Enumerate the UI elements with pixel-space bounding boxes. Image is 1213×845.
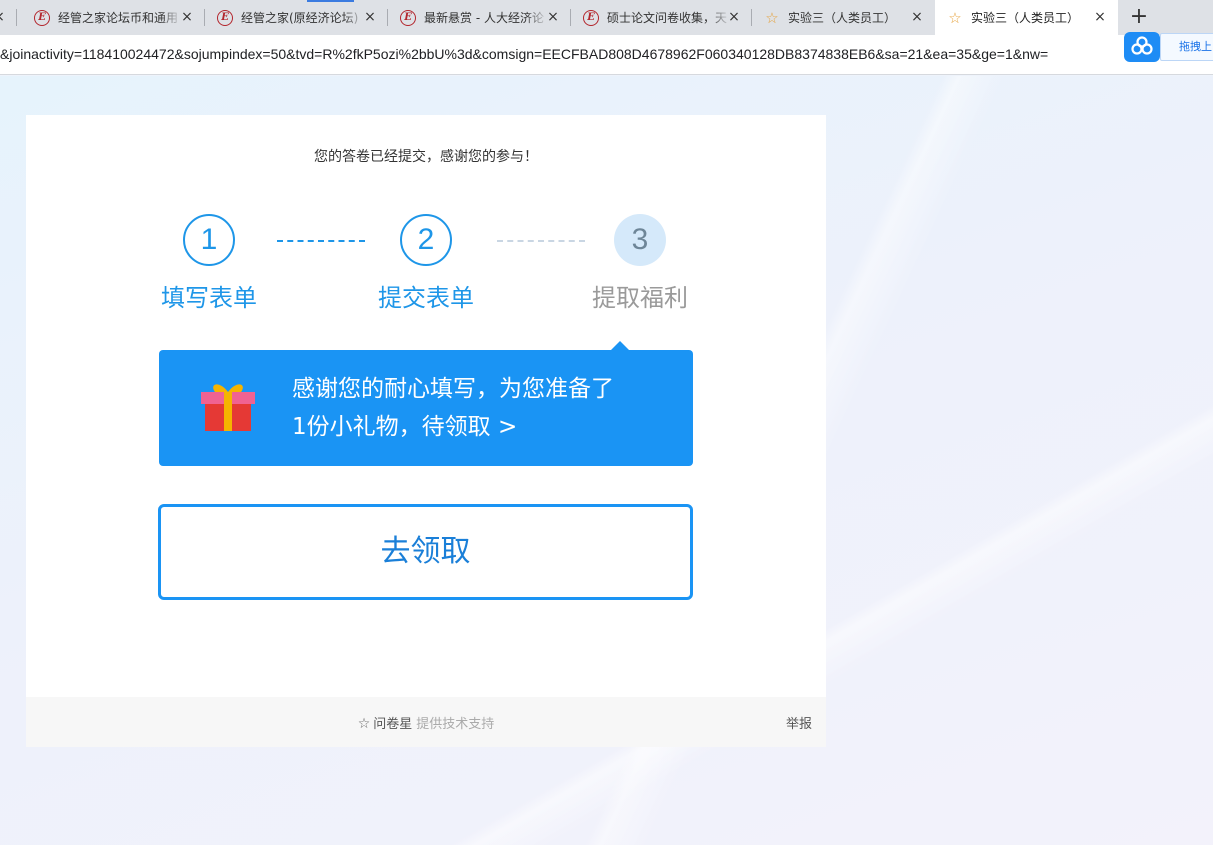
tab-partial[interactable]: ×: [0, 0, 17, 35]
step-label: 提交表单: [378, 284, 474, 312]
card-footer: ☆ 问卷星 提供技术支持 举报: [26, 697, 826, 747]
tab-title: 最新悬赏 - 人大经济论: [424, 11, 544, 25]
star-outline-icon: ☆: [357, 716, 371, 732]
step-fill-form: 1 填写表单: [139, 214, 279, 313]
gift-text[interactable]: 感谢您的耐心填写，为您准备了 1份小礼物，待领取 >: [292, 370, 672, 446]
star-icon: ☆: [765, 8, 779, 27]
step-submit-form: 2 提交表单: [356, 214, 496, 313]
tab-thesis-survey[interactable]: E 硕士论文问卷收集，天 ×: [571, 0, 752, 35]
tab-title: 硕士论文问卷收集，天: [607, 11, 728, 25]
step-label: 提取福利: [592, 284, 688, 312]
tab-close-icon[interactable]: ×: [726, 9, 742, 25]
powered-by: ☆ 问卷星 提供技术支持: [26, 713, 826, 732]
tab-close-icon[interactable]: ×: [0, 9, 7, 25]
step-number: 1: [183, 214, 235, 266]
step-number: 2: [400, 214, 452, 266]
tab-close-icon[interactable]: ×: [909, 9, 925, 25]
submitted-message: 您的答卷已经提交，感谢您的参与！: [314, 149, 538, 165]
brand-name[interactable]: 问卷星: [373, 717, 412, 732]
pinggu-e-icon: E: [400, 9, 416, 26]
pinggu-e-icon: E: [34, 9, 50, 26]
url-text[interactable]: &joinactivity=118410024472&sojumpindex=5…: [0, 46, 1128, 62]
tab-separator: [16, 9, 17, 26]
tab-close-icon[interactable]: ×: [362, 9, 378, 25]
tab-close-icon[interactable]: ×: [1092, 9, 1108, 25]
report-link[interactable]: 举报: [786, 713, 812, 732]
address-bar[interactable]: &joinactivity=118410024472&sojumpindex=5…: [0, 35, 1213, 75]
pinggu-e-icon: E: [583, 9, 599, 26]
step-connector: [277, 240, 365, 242]
new-tab-button[interactable]: +: [1126, 4, 1152, 30]
tab-experiment-three[interactable]: ☆ 实验三（人类员工） ×: [752, 0, 935, 35]
step-number: 3: [614, 214, 666, 266]
tab-title: 经管之家(原经济论坛): [241, 11, 359, 25]
tab-title: 经管之家论坛币和通用: [58, 11, 179, 25]
baidu-netdisk-icon[interactable]: [1124, 32, 1160, 62]
gift-icon: [201, 384, 255, 431]
tab-jingguan-forum-coins[interactable]: E 经管之家论坛币和通用 ×: [22, 0, 205, 35]
tab-close-icon[interactable]: ×: [179, 9, 195, 25]
tab-title: 实验三（人类员工）: [971, 11, 1080, 25]
gift-text-line: 感谢您的耐心填写，为您准备了: [292, 376, 614, 402]
step-label: 填写表单: [161, 284, 257, 312]
star-icon: ☆: [948, 8, 962, 27]
result-card: 您的答卷已经提交，感谢您的参与！ 1 填写表单 2 提交表单 3 提取福利 感谢…: [26, 115, 826, 747]
claim-button[interactable]: 去领取: [158, 504, 693, 600]
tab-experiment-three-active[interactable]: ☆ 实验三（人类员工） ×: [935, 0, 1118, 35]
tab-strip: × E 经管之家论坛币和通用 × E 经管之家(原经济论坛) × E 最新悬赏 …: [0, 0, 1213, 35]
gift-text-line: 1份小礼物，待领取 >: [292, 414, 518, 440]
tab-latest-bounty[interactable]: E 最新悬赏 - 人大经济论 ×: [388, 0, 571, 35]
gift-banner[interactable]: 感谢您的耐心填写，为您准备了 1份小礼物，待领取 >: [159, 341, 693, 466]
loading-indicator: [307, 0, 354, 2]
support-text: 提供技术支持: [416, 717, 495, 732]
tab-close-icon[interactable]: ×: [545, 9, 561, 25]
step-claim-benefit: 3 提取福利: [570, 214, 710, 313]
tab-jingguan-home[interactable]: E 经管之家(原经济论坛) ×: [205, 0, 388, 35]
pinggu-e-icon: E: [217, 9, 233, 26]
drag-upload-button[interactable]: 拖拽上: [1160, 33, 1213, 61]
tab-title: 实验三（人类员工）: [788, 11, 897, 25]
